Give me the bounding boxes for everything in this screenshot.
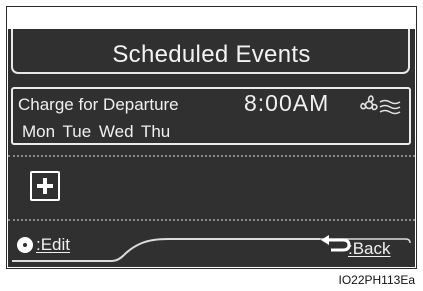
figure-code: IO22PH113Ea — [338, 273, 416, 287]
knob-icon — [17, 237, 33, 253]
scheduled-event-item[interactable]: Charge for Departure 8:00AM Mon Tue Wed … — [11, 87, 411, 145]
divider — [8, 155, 415, 157]
event-days: Mon Tue Wed Thu — [22, 122, 171, 141]
event-name: Charge for Departure — [18, 95, 179, 114]
event-time: 8:00AM — [244, 90, 330, 116]
edit-button[interactable]: :Edit — [36, 235, 70, 255]
page-title: Scheduled Events — [112, 41, 311, 68]
fan-icon — [360, 95, 401, 115]
display-screen: Scheduled Events Charge for Departure 8:… — [8, 29, 415, 267]
back-button[interactable]: :Back — [348, 239, 391, 259]
divider — [8, 219, 415, 221]
add-event-button[interactable] — [30, 171, 60, 201]
